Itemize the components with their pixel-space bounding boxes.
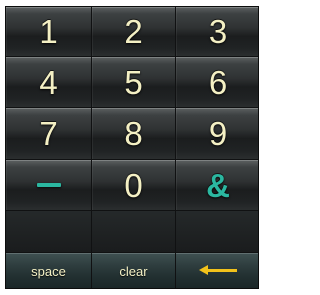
keypad-spacer xyxy=(6,211,92,253)
key-1[interactable]: 1 xyxy=(6,7,92,57)
space-button-label: space xyxy=(31,263,66,279)
key-5-label: 5 xyxy=(124,63,143,101)
key-3-label: 3 xyxy=(208,13,228,50)
keypad-spacer xyxy=(176,211,258,253)
left-arrow-icon xyxy=(199,265,237,277)
key-dash[interactable] xyxy=(6,160,92,211)
key-ampersand-label: & xyxy=(206,166,230,204)
key-8[interactable]: 8 xyxy=(92,108,176,160)
key-8-label: 8 xyxy=(124,115,143,152)
key-6-label: 6 xyxy=(208,63,228,101)
key-2[interactable]: 2 xyxy=(92,7,176,57)
key-ampersand[interactable]: & xyxy=(176,160,258,211)
key-3[interactable]: 3 xyxy=(176,7,258,57)
numeric-keypad: 1 2 3 4 5 6 7 8 9 0 & space clear xyxy=(5,6,259,289)
clear-button-label: clear xyxy=(119,263,148,279)
key-9[interactable]: 9 xyxy=(176,108,258,160)
key-4[interactable]: 4 xyxy=(6,57,92,108)
key-0[interactable]: 0 xyxy=(92,160,176,211)
key-2-label: 2 xyxy=(124,13,143,50)
key-0-label: 0 xyxy=(124,166,143,204)
key-4-label: 4 xyxy=(39,63,58,101)
dash-icon xyxy=(36,183,61,187)
key-1-label: 1 xyxy=(39,13,58,50)
key-5[interactable]: 5 xyxy=(92,57,176,108)
space-button[interactable]: space xyxy=(6,253,92,288)
key-7-label: 7 xyxy=(39,115,58,152)
clear-button[interactable]: clear xyxy=(92,253,176,288)
key-6[interactable]: 6 xyxy=(176,57,258,108)
backspace-button[interactable] xyxy=(176,253,258,288)
key-7[interactable]: 7 xyxy=(6,108,92,160)
keypad-spacer xyxy=(92,211,176,253)
key-9-label: 9 xyxy=(208,115,228,152)
